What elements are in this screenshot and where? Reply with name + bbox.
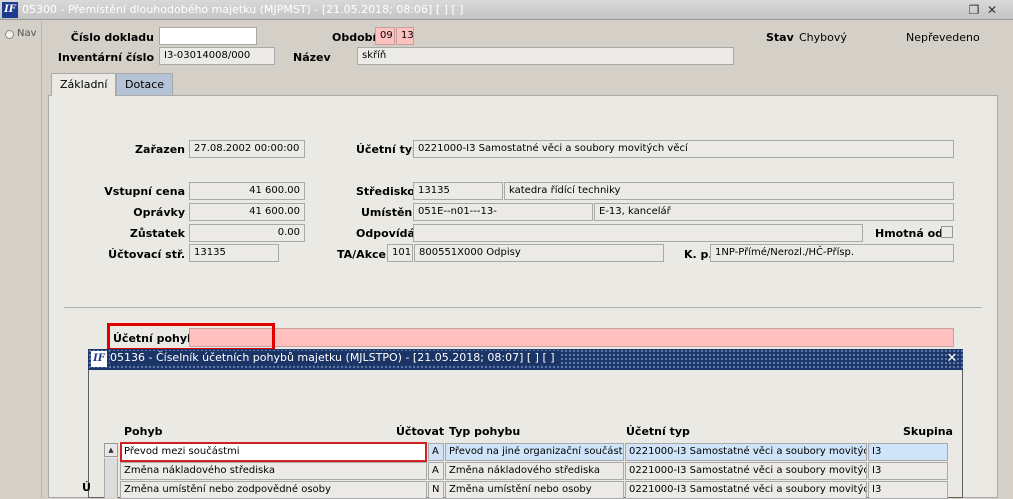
tab-dotace[interactable]: Dotace [116,73,174,95]
cell-typ: Změna nákladového střediska [445,462,624,480]
nav-panel [0,21,42,498]
cell-skupina: I3 [868,462,948,480]
hidden-label-fragment: Ú [82,481,91,494]
stredisko-name-input[interactable]: katedra řídící techniky [504,182,954,200]
vstupni-cena-input[interactable]: 41 600.00 [189,182,305,200]
stav-extra: Nepřevedeno [906,31,980,44]
col-uctovat[interactable]: Účtovat [396,425,444,438]
cislo-dokladu-label: Číslo dokladu [70,31,154,44]
cell-typ: Převod na jiné organizační součásti [445,443,624,461]
nazev-input[interactable]: skříň [357,47,734,65]
zustatek-label: Zůstatek [129,227,185,240]
ta-akce-name-input[interactable]: 800551X000 Odpisy [414,244,664,262]
hmotna-label: Hmotná od. [875,227,948,240]
dialog-logo-icon: IF [91,351,107,367]
kp-input[interactable]: 1NP-Přímé/Nerozl./HČ-Přísp. [710,244,954,262]
stredisko-label: Středisko [356,185,415,198]
cell-ucetni-typ: 0221000-I3 Samostatné věci a soubory mov… [625,462,867,480]
cell-pohyb: Změna nákladového střediska [120,462,427,480]
stredisko-code-input[interactable]: 13135 [413,182,503,200]
vstupni-cena-label: Vstupní cena [104,185,185,198]
cell-ucetni-typ: 0221000-I3 Samostatné věci a soubory mov… [625,481,867,499]
hmotna-checkbox[interactable] [941,226,953,238]
umisteni-label: Umístění [361,206,417,219]
cell-ucetni-typ: 0221000-I3 Samostatné věci a soubory mov… [625,443,867,461]
cell-uctovat: N [428,481,444,499]
zarazen-input[interactable]: 27.08.2002 00:00:00 [189,140,305,158]
stav-value: Chybový [799,31,847,44]
odpovida-input[interactable] [413,224,863,242]
uctovaci-str-input[interactable]: 13135 [189,244,279,262]
uctovaci-str-label: Účtovací stř. [108,248,185,261]
dialog-title: 05136 - Číselník účetních pohybů majetku… [110,351,561,364]
cell-pohyb: Převod mezi součástmi [124,446,240,457]
obdobi-label: Období [332,31,377,44]
umisteni-code-input[interactable]: 051E--n01---13- [413,203,593,221]
col-skupina[interactable]: Skupina [903,425,953,438]
odpovida-label: Odpovídá [356,227,415,240]
col-ucetni-typ[interactable]: Účetní typ [626,425,690,438]
nazev-label: Název [293,51,331,64]
app-logo-icon: IF [2,2,18,18]
ta-akce-label: TA/Akce [337,248,386,261]
ucetni-typ-input[interactable]: 0221000-I3 Samostatné věci a soubory mov… [413,140,954,158]
cislo-dokladu-input[interactable] [159,27,257,45]
ta-akce-code-input[interactable]: 101 [387,244,413,262]
scrollbar-track[interactable] [104,458,118,498]
obdobi-month-input[interactable]: 09 [375,27,395,45]
nav-radio-icon[interactable] [5,30,14,39]
highlight-annotation [107,323,275,351]
opravky-label: Oprávky [133,206,185,219]
cell-uctovat: A [428,462,444,480]
cell-skupina: I3 [868,443,948,461]
obdobi-year-input[interactable]: 13 [396,27,414,45]
dialog-close-icon[interactable]: ✕ [944,351,960,367]
cell-pohyb: Změna umístění nebo zodpovědné osoby [120,481,427,499]
inventarni-cislo-label: Inventární číslo [57,51,154,64]
umisteni-name-input[interactable]: E-13, kancelář [594,203,954,221]
nav-label[interactable]: Nav [17,28,37,39]
stav-label: Stav [766,31,794,44]
cell-skupina: I3 [868,481,948,499]
close-icon[interactable]: ✕ [984,2,1000,18]
ucetni-pohyb-input[interactable] [189,328,954,347]
zustatek-input[interactable]: 0.00 [189,224,305,242]
inventarni-cislo-input[interactable]: I3-03014008/000 [159,47,275,65]
tab-zakladni[interactable]: Základní [51,73,117,96]
col-pohyb[interactable]: Pohyb [124,425,163,438]
cell-uctovat: A [428,443,444,461]
ucetni-typ-label: Účetní typ [356,143,420,156]
opravky-input[interactable]: 41 600.00 [189,203,305,221]
scroll-up-icon[interactable]: ▲ [104,443,118,457]
section-divider [64,307,982,308]
cell-typ: Změna umístění nebo osoby [445,481,624,499]
window-title: 05300 - Přemístění dlouhodobého majetku … [22,3,464,16]
kp-label: K. p. [684,248,713,261]
col-typ-pohybu[interactable]: Typ pohybu [449,425,520,438]
zarazen-label: Zařazen [135,143,185,156]
restore-icon[interactable]: ❐ [966,2,982,18]
